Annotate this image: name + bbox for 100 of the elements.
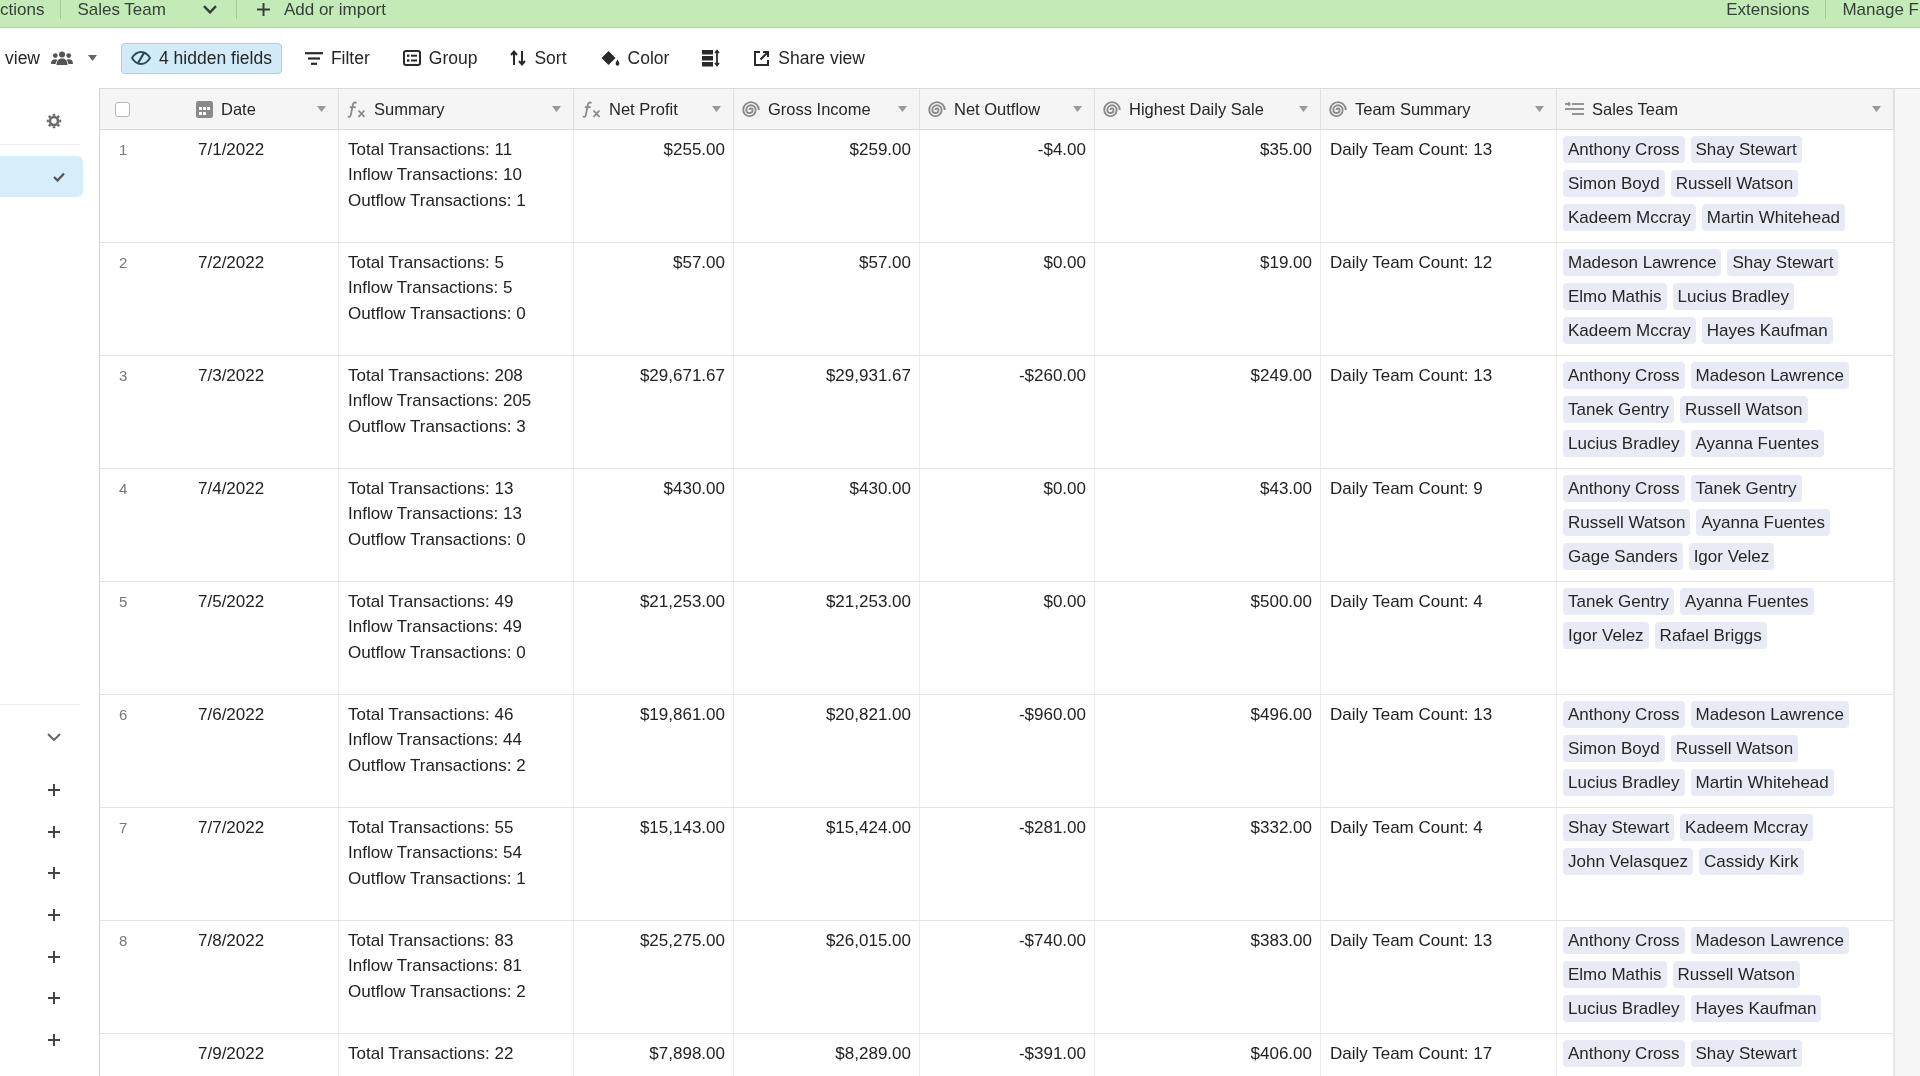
table-cell: -$260.00 <box>920 356 1095 469</box>
table-cell: $249.00 <box>1095 356 1321 469</box>
table-cell: Daily Team Count: 13 <box>1321 356 1557 469</box>
column-header[interactable]: Highest Daily Sale <box>1095 89 1321 129</box>
team-member-tag: Igor Velez <box>1563 622 1649 649</box>
view-switcher[interactable]: view <box>5 42 97 74</box>
table-cell: $7,898.00 <box>574 1034 734 1076</box>
team-member-tag: Elmo Mathis <box>1563 283 1667 310</box>
settings-icon[interactable] <box>46 112 62 129</box>
caret-icon <box>1872 106 1881 112</box>
column-header[interactable]: Net Outflow <box>920 89 1095 129</box>
table-cell: Daily Team Count: 13 <box>1321 130 1557 243</box>
team-member-tag: John Velasquez <box>1563 848 1694 875</box>
table-cell: $43.00 <box>1095 469 1321 582</box>
table-cell: $21,253.00 <box>734 582 920 695</box>
table-cell: 7/2/2022 <box>184 243 339 356</box>
sort-button[interactable]: Sort <box>500 42 577 74</box>
table-cell: Total Transactions: 46 Inflow Transactions: 44 Outflow Transactions: 2 <box>339 695 574 808</box>
team-member-tag: Madeson Lawrence <box>1563 249 1722 276</box>
team-member-tag: Lucius Bradley <box>1563 995 1685 1022</box>
select-all-checkbox[interactable] <box>115 101 130 117</box>
team-member-tag: Lucius Bradley <box>1563 769 1685 796</box>
table-tab[interactable]: Sales Team <box>61 0 236 19</box>
column-header[interactable]: Date <box>184 89 339 129</box>
column-header[interactable]: Net Profit <box>574 89 734 129</box>
color-button[interactable]: Color <box>589 42 680 74</box>
team-member-tag: Anthony Cross <box>1563 362 1685 389</box>
group-button[interactable]: Group <box>392 42 488 74</box>
check-icon <box>53 171 65 182</box>
plus-icon[interactable] <box>48 909 60 922</box>
table-cell: Total Transactions: 55 Inflow Transactions: 54 Outflow Transactions: 1 <box>339 808 574 921</box>
table-cell: 7/4/2022 <box>184 469 339 582</box>
table-cell: -$391.00 <box>920 1034 1095 1076</box>
table-cell: Daily Team Count: 4 <box>1321 582 1557 695</box>
caret-icon <box>1073 106 1082 112</box>
plus-icon[interactable] <box>48 784 60 797</box>
plus-icon[interactable] <box>48 825 60 838</box>
caret-icon <box>88 55 97 61</box>
team-member-tag: Shay Stewart <box>1727 249 1839 276</box>
team-member-tag: Ayanna Fuentes <box>1690 430 1824 457</box>
table-cell: $29,931.67 <box>734 356 920 469</box>
table-cell: $26,015.00 <box>734 921 920 1034</box>
table-cell: 7/5/2022 <box>184 582 339 695</box>
table-cell: $57.00 <box>734 243 920 356</box>
column-header[interactable]: Gross Income <box>734 89 920 129</box>
team-member-tag: Tanek Gentry <box>1563 396 1675 423</box>
plus-icon[interactable] <box>48 867 60 880</box>
share-button[interactable]: Share view <box>743 42 875 74</box>
table-cell: $29,671.67 <box>574 356 734 469</box>
plus-icon[interactable] <box>48 992 60 1005</box>
paint-bucket-icon <box>599 49 620 67</box>
table-cell: $0.00 <box>920 469 1095 582</box>
spiral-icon <box>928 100 946 118</box>
table-cell: 7/6/2022 <box>184 695 339 808</box>
table-cell: Daily Team Count: 13 <box>1321 695 1557 808</box>
column-header[interactable]: Team Summary <box>1321 89 1557 129</box>
table-cell: Total Transactions: 11 Inflow Transactions: 10 Outflow Transactions: 1 <box>339 130 574 243</box>
team-member-tag: Cassidy Kirk <box>1699 848 1804 875</box>
row-number: 8 <box>119 932 128 949</box>
top-bar-button[interactable]: Extensions <box>1710 0 1826 19</box>
team-member-tag: Simon Boyd <box>1563 170 1665 197</box>
hide-fields-button[interactable]: 4 hidden fields <box>121 42 282 74</box>
table-cell: $35.00 <box>1095 130 1321 243</box>
team-member-tag: Hayes Kaufman <box>1701 317 1833 344</box>
table-cell: $496.00 <box>1095 695 1321 808</box>
table-cell: $0.00 <box>920 243 1095 356</box>
table-cell: Total Transactions: 13 Inflow Transactions: 13 Outflow Transactions: 0 <box>339 469 574 582</box>
plus-icon[interactable] <box>48 1034 60 1047</box>
table-cell: -$740.00 <box>920 921 1095 1034</box>
team-member-tag: Rafael Briggs <box>1654 622 1767 649</box>
team-member-tag: Simon Boyd <box>1563 735 1665 762</box>
plus-icon[interactable] <box>48 950 60 963</box>
chevron-down-icon[interactable] <box>47 733 61 742</box>
chevron-down-icon <box>202 5 217 14</box>
caret-icon <box>1535 106 1544 112</box>
team-member-tag: Lucius Bradley <box>1563 430 1685 457</box>
team-member-tag: Madeson Lawrence <box>1690 927 1849 954</box>
spiral-icon <box>742 100 760 118</box>
team-member-tag: Anthony Cross <box>1563 701 1685 728</box>
team-member-tag: Hayes Kaufman <box>1690 995 1822 1022</box>
team-member-tag: Lucius Bradley <box>1672 283 1795 310</box>
plus-icon <box>256 3 270 16</box>
table-cell: $20,821.00 <box>734 695 920 808</box>
table-cell: $19.00 <box>1095 243 1321 356</box>
team-member-tag: Shay Stewart <box>1690 136 1802 163</box>
caret-icon <box>317 106 326 112</box>
table-cell: $259.00 <box>734 130 920 243</box>
add-or-import-button[interactable]: Add or import <box>236 0 386 19</box>
top-bar-button[interactable]: Manage F <box>1826 0 1919 19</box>
people-icon <box>51 51 73 65</box>
team-member-tag: Russell Watson <box>1670 735 1799 762</box>
filter-button[interactable]: Filter <box>294 42 380 74</box>
team-member-tag: Martin Whitehead <box>1701 204 1846 231</box>
row-number: 1 <box>119 141 128 158</box>
team-member-tag: Ayanna Fuentes <box>1696 509 1830 536</box>
table-cell: Total Transactions: 49 Inflow Transactions: 49 Outflow Transactions: 0 <box>339 582 574 695</box>
caret-icon <box>552 106 561 112</box>
column-header[interactable]: Summary <box>339 89 574 129</box>
table-tab[interactable]: ctions <box>0 0 61 19</box>
list-lines-icon <box>1565 102 1584 116</box>
